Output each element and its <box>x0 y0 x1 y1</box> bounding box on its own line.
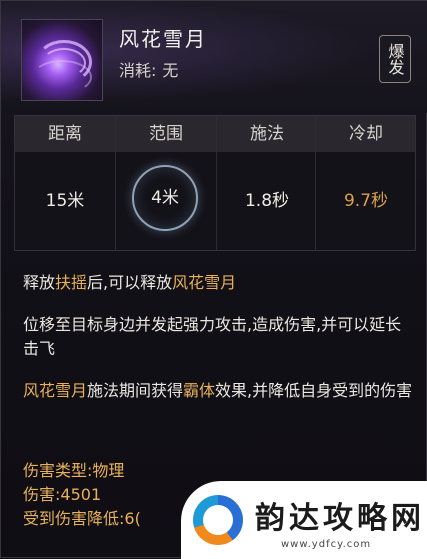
stat-label: 冷却 <box>349 124 383 144</box>
stat-label: 距离 <box>48 124 82 144</box>
stat-distance: 距离 15米 <box>15 116 115 250</box>
skill-description: 释放扶摇后,可以释放风花雪月 位移至目标身边并发起强力攻击,造成伤害,并可以延长… <box>23 271 413 421</box>
stat-value: 9.7秒 <box>343 191 389 211</box>
stat-cast-time: 施法 1.8秒 <box>217 116 317 250</box>
stat-value-wrap: 4米 <box>116 152 216 250</box>
skill-stats-table: 距离 15米 范围 4米 施法 1.8秒 冷却 9.7秒 <box>14 115 416 251</box>
desc-line-1: 释放扶摇后,可以释放风花雪月 <box>23 273 237 292</box>
skill-cost: 消耗: 无 <box>119 57 184 81</box>
stat-cooldown: 冷却 9.7秒 <box>316 116 416 250</box>
skill-properties: 伤害类型:物理 伤害:4501 受到伤害降低:6( <box>23 459 141 531</box>
stat-label: 施法 <box>250 124 284 144</box>
stat-label: 范围 <box>149 124 183 144</box>
skill-tooltip: 风花雪月 消耗: 无 爆发 距离 15米 范围 4米 施法 1.8秒 冷却 9.7… <box>0 0 427 559</box>
desc-line-3: 风花雪月施法期间获得霸体效果,并降低自身受到的伤害 <box>23 381 413 400</box>
watermark-url: www.ydfcy.com <box>281 539 372 550</box>
desc-line-2: 位移至目标身边并发起强力攻击,造成伤害,并可以延长击飞 <box>23 315 402 358</box>
damage-type-row: 伤害类型:物理 <box>23 461 125 480</box>
skill-name: 风花雪月 <box>119 27 207 51</box>
stat-range: 范围 4米 <box>116 116 216 250</box>
cost-value: 无 <box>162 61 179 80</box>
range-ring-icon: 4米 <box>132 165 198 231</box>
stat-value: 1.8秒 <box>244 191 290 211</box>
skill-icon <box>21 19 103 101</box>
site-watermark: 韵达攻略网 www.ydfcy.com <box>181 481 427 559</box>
watermark-brand: 韵达攻略网 <box>255 501 425 536</box>
cost-label: 消耗: <box>119 61 157 80</box>
reduction-row: 受到伤害降低:6( <box>23 509 141 528</box>
stat-value: 15米 <box>45 191 85 211</box>
damage-row: 伤害:4501 <box>23 485 102 504</box>
skill-header: 风花雪月 消耗: 无 爆发 <box>1 1 427 113</box>
watermark-logo-icon <box>193 495 243 545</box>
burst-tag-badge: 爆发 <box>379 35 411 83</box>
